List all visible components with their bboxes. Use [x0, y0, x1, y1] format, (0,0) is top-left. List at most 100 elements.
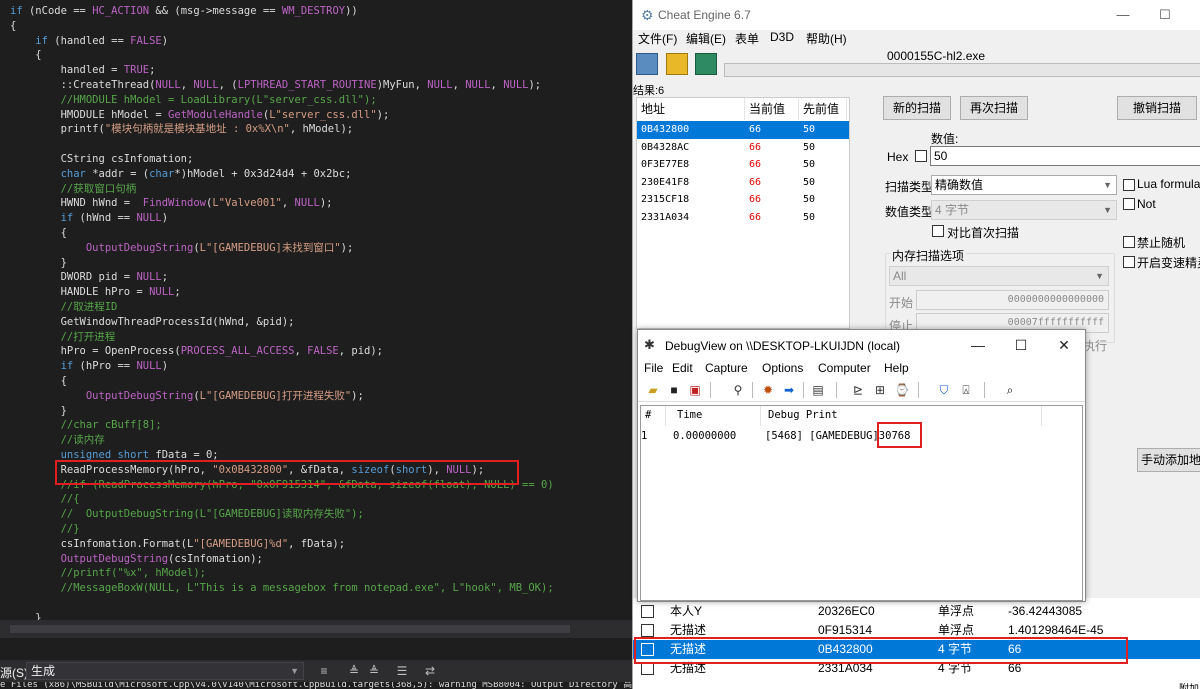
code-token: (hPro ==: [73, 360, 137, 373]
column-current[interactable]: 当前值: [749, 98, 799, 120]
column-index[interactable]: #: [645, 409, 651, 421]
result-row[interactable]: 2331A034 66 50: [637, 209, 849, 227]
column-address[interactable]: 地址: [641, 98, 745, 120]
value-type-select[interactable]: 4 字节 ▼: [931, 200, 1117, 220]
menu-edit[interactable]: Edit: [672, 361, 693, 375]
close-icon[interactable]: ✕: [1054, 335, 1074, 355]
address-list-row[interactable]: 本人Y 20326EC0 单浮点 -36.42443085: [633, 602, 1200, 621]
dv-log-table[interactable]: # Time Debug Print 1 0.00000000 [5468] […: [640, 405, 1083, 601]
capture-icon[interactable]: ✹: [760, 382, 776, 398]
scan-type-select[interactable]: 精确数值 ▼: [931, 175, 1117, 195]
filter-icon[interactable]: ⊵: [850, 382, 866, 398]
scan-results-list[interactable]: 地址 当前值 先前值 0B432800 66 50 0B4328AC 66 50 0F3E7…: [636, 97, 850, 329]
column-time[interactable]: Time: [677, 409, 702, 421]
find-icon[interactable]: ⚲: [730, 382, 746, 398]
hex-checkbox[interactable]: [915, 150, 927, 162]
code-line: {: [10, 374, 67, 389]
word-wrap-icon[interactable]: ⇄: [422, 663, 438, 679]
code-line: //HMODULE hModel = LoadLibrary(L"server_…: [10, 93, 377, 108]
result-current: 66: [749, 176, 762, 188]
prev-message-icon[interactable]: ≜: [346, 663, 362, 679]
disable-random-checkbox[interactable]: [1123, 236, 1135, 248]
result-previous: 50: [803, 176, 816, 188]
autoscroll-icon[interactable]: ➡: [781, 382, 797, 398]
next-message-icon[interactable]: ≜: [366, 663, 382, 679]
column-previous[interactable]: 先前值: [803, 98, 847, 120]
lua-formula-checkbox[interactable]: [1123, 179, 1135, 191]
code-token: //HMODULE hModel = LoadLibrary(L"server_…: [10, 93, 377, 106]
address-type: 单浮点: [938, 604, 975, 618]
select-process-icon[interactable]: [636, 53, 658, 75]
undo-scan-button[interactable]: 撤销扫描: [1117, 96, 1197, 120]
code-token: ,: [281, 197, 295, 210]
code-token: , hModel);: [289, 123, 354, 136]
minimize-icon[interactable]: —: [968, 335, 988, 355]
speedhack-checkbox[interactable]: [1123, 256, 1135, 268]
result-row[interactable]: 230E41F8 66 50: [637, 174, 849, 192]
code-token: GetModuleHandle: [168, 108, 263, 121]
value-input[interactable]: 50: [930, 146, 1200, 166]
memory-region-select[interactable]: All ▼: [889, 266, 1109, 286]
maximize-icon[interactable]: ☐: [1011, 335, 1031, 355]
code-token: CString csInfomation;: [10, 153, 194, 165]
result-row[interactable]: 0F3E77E8 66 50: [637, 156, 849, 174]
menu-capture[interactable]: Capture: [705, 361, 748, 375]
add-address-button[interactable]: 手动添加地址: [1137, 448, 1200, 472]
capture-kernel-icon[interactable]: ▤: [810, 382, 826, 398]
code-token: //printf("%x", hModel);: [10, 567, 206, 580]
highlight-icon[interactable]: ⛉: [936, 382, 952, 398]
clock-icon[interactable]: ⌚: [894, 382, 910, 398]
active-checkbox[interactable]: [641, 605, 654, 618]
menu-file[interactable]: 文件(F): [638, 30, 677, 47]
minimize-icon[interactable]: —: [1113, 5, 1133, 25]
save-icon[interactable]: ■: [666, 382, 682, 398]
menu-edit[interactable]: 编辑(E): [686, 30, 726, 47]
clear-icon[interactable]: ▣: [687, 382, 703, 398]
code-token: (nCode ==: [22, 5, 93, 17]
history-icon[interactable]: ⊞: [872, 382, 888, 398]
code-token: GetWindowThreadProcessId(hWnd, &pid);: [10, 315, 295, 328]
address-address: 20326EC0: [818, 604, 875, 618]
compare-first-checkbox[interactable]: [932, 225, 944, 237]
code-token: NULL: [149, 286, 175, 299]
menu-computer[interactable]: Computer: [818, 361, 871, 375]
code-line: if (hWnd == NULL): [10, 211, 169, 226]
code-token: NULL: [294, 197, 320, 210]
menu-d3d[interactable]: D3D: [770, 30, 794, 44]
start-address-input[interactable]: 0000000000000000: [916, 290, 1109, 310]
binoculars-icon[interactable]: ⌕: [1002, 382, 1018, 398]
active-checkbox[interactable]: [641, 624, 654, 637]
result-row[interactable]: 2315CF18 66 50: [637, 191, 849, 209]
open-icon[interactable]: ▰: [645, 382, 661, 398]
editor-horizontal-scrollbar[interactable]: [0, 620, 632, 638]
result-row[interactable]: 0B4328AC 66 50: [637, 139, 849, 157]
open-file-icon[interactable]: [666, 53, 688, 75]
result-address: 2315CF18: [641, 194, 690, 205]
debugview-logo-icon: ✱: [644, 337, 655, 352]
clear-all-icon[interactable]: ☰: [394, 663, 410, 679]
result-previous: 50: [803, 141, 816, 153]
toolbar-separator: [710, 382, 711, 398]
not-checkbox[interactable]: [1123, 198, 1135, 210]
save-file-icon[interactable]: [695, 53, 717, 75]
menu-help[interactable]: 帮助(H): [806, 30, 847, 47]
menu-file[interactable]: File: [644, 361, 663, 375]
next-scan-button[interactable]: 再次扫描: [960, 96, 1028, 120]
column-debug-print[interactable]: Debug Print: [768, 409, 838, 421]
code-line: }: [10, 256, 67, 271]
menu-options[interactable]: Options: [762, 361, 803, 375]
code-editor[interactable]: if (nCode == HC_ACTION && (msg->message …: [0, 0, 632, 640]
result-row[interactable]: 0B432800 66 50: [637, 121, 849, 139]
new-scan-button[interactable]: 新的扫描: [883, 96, 951, 120]
find-message-icon[interactable]: ≡: [316, 663, 332, 679]
lua-formula-label: Lua formula: [1137, 177, 1200, 191]
scrollbar-thumb[interactable]: [10, 625, 570, 633]
code-token: (handled ==: [47, 34, 131, 47]
menu-table[interactable]: 表单: [735, 30, 759, 47]
maximize-icon[interactable]: ☐: [1155, 5, 1175, 25]
menu-help[interactable]: Help: [884, 361, 909, 375]
output-source-select[interactable]: 生成 ▼: [26, 662, 304, 680]
bookmark-icon[interactable]: ⍓: [958, 382, 974, 398]
chevron-down-icon: ▼: [1103, 205, 1112, 215]
ce-menubar: 文件(F) 编辑(E) 表单 D3D 帮助(H): [633, 30, 1200, 46]
